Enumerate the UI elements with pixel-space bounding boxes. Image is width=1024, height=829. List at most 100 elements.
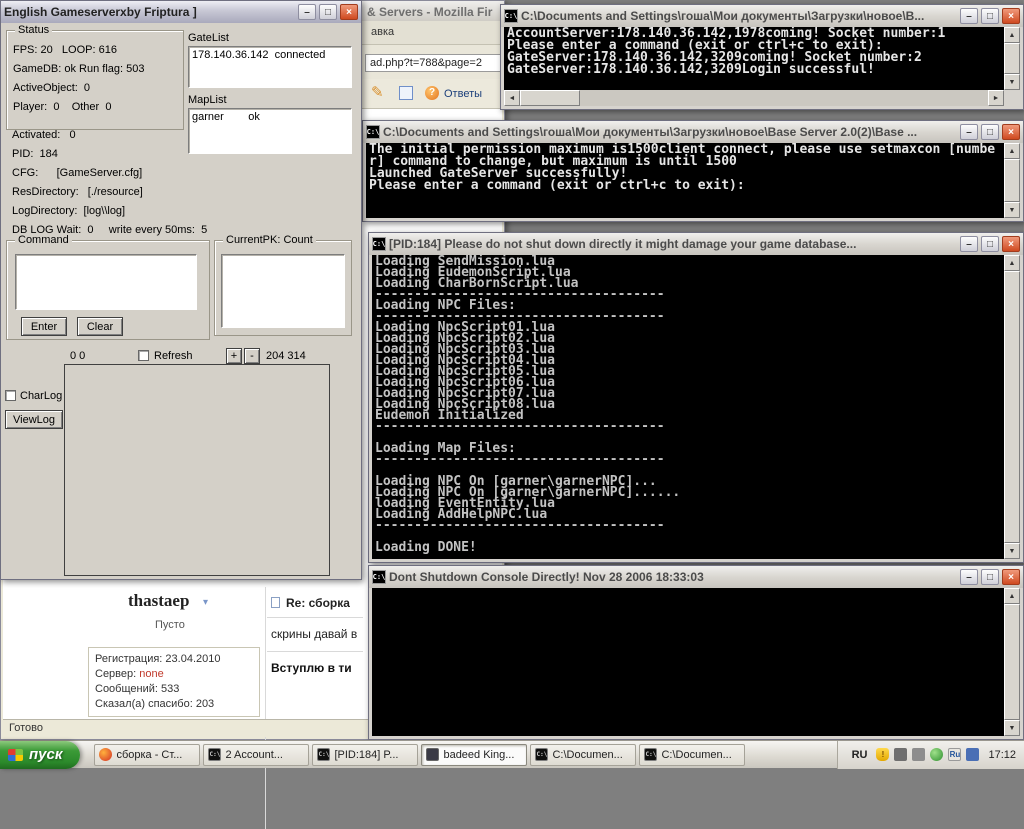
start-button[interactable]: пуск [0, 741, 80, 769]
minimize-button[interactable]: – [960, 569, 978, 585]
close-button[interactable]: × [1002, 569, 1020, 585]
task-label: 2 Account... [225, 749, 282, 761]
console3-output[interactable]: Loading SendMission.luaLoading EudemonSc… [372, 255, 1004, 559]
taskbar-task-pid184[interactable]: C:\ [PID:184] P... [312, 744, 418, 766]
text-line: Please enter a command (exit or ctrl+c t… [369, 180, 1001, 192]
scroll-down-icon[interactable]: ▼ [1004, 74, 1020, 90]
minimize-button[interactable]: – [298, 4, 316, 20]
url-bar[interactable]: ad.php?t=788&page=2 [365, 54, 503, 72]
firefox-tab[interactable]: авка [371, 26, 394, 38]
gatelist-listbox[interactable]: 178.140.36.142 connected [188, 46, 352, 88]
answers-label[interactable]: Ответы [444, 88, 482, 100]
page-icon[interactable] [399, 86, 413, 100]
volume-icon[interactable] [912, 748, 925, 761]
scroll-thumb[interactable] [520, 90, 580, 106]
scroll-thumb[interactable] [1004, 43, 1020, 74]
edit-pencil-icon[interactable]: ✎ [371, 83, 384, 101]
username-dropdown-icon[interactable]: ▾ [203, 597, 208, 608]
console1-titlebar[interactable]: C:\ C:\Documents and Settings\гоша\Мои д… [501, 5, 1023, 27]
minimize-button[interactable]: – [960, 124, 978, 140]
taskbar-task-firefox[interactable]: сборка - Ст... [94, 744, 200, 766]
console4-output[interactable] [372, 588, 1004, 736]
close-button[interactable]: × [340, 4, 358, 20]
text-line: ResDirectory: [./resource] [12, 183, 207, 202]
maplist-item[interactable]: garner ok [189, 109, 351, 125]
log-panel[interactable] [64, 364, 330, 576]
charlog-checkbox[interactable] [5, 390, 16, 401]
scroll-thumb[interactable] [1004, 159, 1020, 202]
minimize-button[interactable]: – [960, 236, 978, 252]
maximize-button[interactable]: □ [319, 4, 337, 20]
plus-button[interactable]: + [226, 348, 242, 364]
console4-vscrollbar[interactable]: ▲ ▼ [1004, 588, 1020, 736]
console2-vscrollbar[interactable]: ▲ ▼ [1004, 143, 1020, 218]
text-line: Player: 0 Other 0 [13, 98, 183, 117]
scroll-thumb[interactable] [1004, 271, 1020, 543]
console3-window: C:\ [PID:184] Please do not shut down di… [368, 232, 1024, 563]
scroll-up-icon[interactable]: ▲ [1004, 588, 1020, 604]
post-title[interactable]: Re: сборка [286, 596, 350, 610]
console3-vscrollbar[interactable]: ▲ ▼ [1004, 255, 1020, 559]
taskbar-task-account[interactable]: C:\ 2 Account... [203, 744, 309, 766]
enter-button[interactable]: Enter [21, 317, 67, 336]
clock[interactable]: 17:12 [988, 749, 1016, 761]
forum-username[interactable]: thastaep [128, 591, 189, 611]
scroll-left-icon[interactable]: ◄ [504, 90, 520, 106]
close-button[interactable]: × [1002, 8, 1020, 24]
console-icon: C:\ [644, 748, 657, 761]
console4-titlebar[interactable]: C:\ Dont Shutdown Console Directly! Nov … [369, 566, 1023, 588]
console2-output[interactable]: The initial permission maximum is1500cli… [366, 143, 1004, 218]
maximize-button[interactable]: □ [981, 569, 999, 585]
currentpk-listbox[interactable] [221, 254, 345, 328]
minus-button[interactable]: - [244, 348, 260, 364]
console-icon: C:\ [366, 125, 380, 139]
antivirus-icon[interactable] [930, 748, 943, 761]
console-icon: C:\ [317, 748, 330, 761]
scroll-up-icon[interactable]: ▲ [1004, 27, 1020, 43]
taskbar-task-console-b[interactable]: C:\ C:\Documen... [639, 744, 745, 766]
start-label: пуск [29, 746, 62, 763]
usb-device-icon[interactable] [894, 748, 907, 761]
forum-profile-box: Регистрация: 23.04.2010 Сервер: none Соо… [88, 647, 260, 717]
gameserver-titlebar[interactable]: English Gameserverxby Friptura ] – □ × [1, 1, 361, 23]
language-ru-icon[interactable]: Ru [948, 748, 961, 761]
console3-titlebar[interactable]: C:\ [PID:184] Please do not shut down di… [369, 233, 1023, 255]
scroll-down-icon[interactable]: ▼ [1004, 543, 1020, 559]
console2-titlebar[interactable]: C:\ C:\Documents and Settings\гоша\Мои д… [363, 121, 1023, 143]
console1-vscrollbar[interactable]: ▲ ▼ [1004, 27, 1020, 90]
viewlog-button[interactable]: ViewLog [5, 410, 63, 429]
scroll-up-icon[interactable]: ▲ [1004, 255, 1020, 271]
taskbar-task-badeed[interactable]: badeed King... [421, 744, 527, 766]
console2-window: C:\ C:\Documents and Settings\гоша\Мои д… [362, 120, 1024, 222]
console1-output[interactable]: AccountServer:178.140.36.142,1978coming!… [504, 27, 1004, 90]
taskbar-task-console-a[interactable]: C:\ C:\Documen... [530, 744, 636, 766]
maximize-button[interactable]: □ [981, 124, 999, 140]
text-line: Activated: 0 [12, 126, 207, 145]
gatelist-item[interactable]: 178.140.36.142 connected [189, 47, 351, 63]
network-icon[interactable] [966, 748, 979, 761]
security-shield-icon[interactable]: ! [876, 748, 889, 761]
answers-icon[interactable]: ? [425, 86, 439, 100]
maximize-button[interactable]: □ [981, 236, 999, 252]
maximize-button[interactable]: □ [981, 8, 999, 24]
post-icon [271, 597, 280, 608]
clear-button[interactable]: Clear [77, 317, 123, 336]
console1-hscrollbar[interactable]: ◄ ► [504, 90, 1004, 106]
scroll-right-icon[interactable]: ► [988, 90, 1004, 106]
scroll-down-icon[interactable]: ▼ [1004, 720, 1020, 736]
registration-line: Регистрация: 23.04.2010 [95, 652, 253, 667]
language-indicator[interactable]: RU [848, 747, 872, 763]
close-button[interactable]: × [1002, 236, 1020, 252]
command-groupbox: Command Enter Clear [6, 240, 210, 340]
server-value[interactable]: none [139, 668, 163, 680]
minimize-button[interactable]: – [960, 8, 978, 24]
refresh-checkbox[interactable] [138, 350, 149, 361]
close-button[interactable]: × [1002, 124, 1020, 140]
console1-window: C:\ C:\Documents and Settings\гоша\Мои д… [500, 4, 1024, 110]
scroll-down-icon[interactable]: ▼ [1004, 202, 1020, 218]
scroll-up-icon[interactable]: ▲ [1004, 143, 1020, 159]
scroll-thumb[interactable] [1004, 604, 1020, 720]
command-input[interactable] [15, 254, 197, 310]
maplist-listbox[interactable]: garner ok [188, 108, 352, 154]
console2-title: C:\Documents and Settings\гоша\Мои докум… [383, 125, 957, 139]
